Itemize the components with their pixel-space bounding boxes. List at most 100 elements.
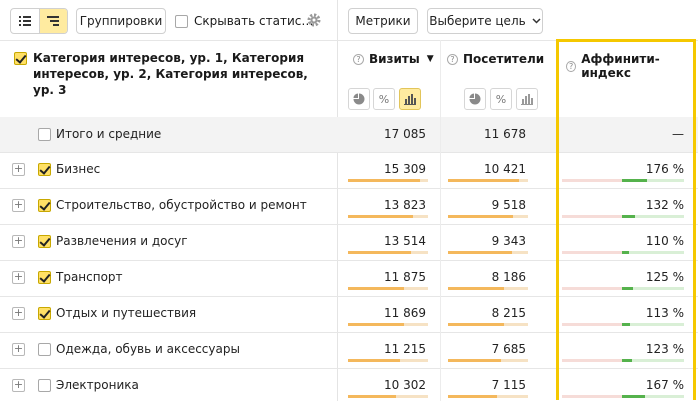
category-header-label: Категория интересов, ур. 1, Категория ин… <box>33 51 308 97</box>
visits-bar-fill <box>348 359 400 362</box>
row-check[interactable] <box>38 235 51 248</box>
row-visitors: 10 421 <box>484 162 526 176</box>
help-icon[interactable]: ? <box>353 53 364 65</box>
visitors-bar-fill <box>448 359 501 362</box>
affinity-bar-positive <box>622 251 684 254</box>
expand-icon[interactable]: + <box>12 343 25 356</box>
row-divider <box>0 296 698 297</box>
visits-bar-fill <box>348 287 404 290</box>
bar-chart-button[interactable] <box>516 88 538 110</box>
expand-icon[interactable]: + <box>12 163 25 176</box>
visits-bar-fill <box>348 179 420 182</box>
row-label: Бизнес <box>56 162 101 176</box>
expand-icon[interactable]: + <box>12 271 25 284</box>
visitors-header-label: Посетители <box>463 52 545 66</box>
bar-chart-icon <box>521 93 533 105</box>
totals-row: Итого и средние 17 085 11 678 — <box>0 117 698 152</box>
groupings-button[interactable]: Группировки <box>76 8 166 34</box>
list-view-button[interactable] <box>11 9 39 33</box>
percent-button[interactable]: % <box>490 88 512 110</box>
affinity-bar-fill <box>622 251 629 254</box>
row-divider <box>0 152 698 153</box>
tree-view-button[interactable] <box>38 9 67 33</box>
table-row[interactable]: + Одежда, обувь и аксессуары 11 215 7 68… <box>0 332 698 368</box>
row-visits: 11 215 <box>384 342 426 356</box>
visitors-bar <box>448 215 528 218</box>
table-row[interactable]: + Электроника 10 302 7 115 167 % <box>0 368 698 401</box>
row-affinity: 132 % <box>645 198 684 212</box>
help-icon[interactable]: ? <box>447 53 458 65</box>
list-view-icon <box>18 16 31 26</box>
affinity-bar-fill <box>622 287 633 290</box>
visitors-bar <box>448 287 528 290</box>
affinity-bar-fill <box>622 215 635 218</box>
affinity-bar-negative <box>562 215 622 218</box>
totals-label: Итого и средние <box>56 127 162 141</box>
category-header[interactable]: Категория интересов, ур. 1, Категория ин… <box>14 50 332 98</box>
table-row[interactable]: + Строительство, обустройство и ремонт 1… <box>0 188 698 224</box>
visitors-bar <box>448 359 528 362</box>
row-check[interactable] <box>38 379 51 392</box>
bar-chart-button[interactable] <box>399 88 421 110</box>
visitors-bar-fill <box>448 287 504 290</box>
table-row[interactable]: + Отдых и путешествия 11 869 8 215 113 % <box>0 296 698 332</box>
metrics-button[interactable]: Метрики <box>348 8 418 34</box>
pie-chart-button[interactable] <box>348 88 370 110</box>
totals-check[interactable] <box>38 128 51 141</box>
row-check[interactable] <box>38 163 51 176</box>
visitors-bar <box>448 179 528 182</box>
gear-icon[interactable] <box>306 12 322 31</box>
expand-icon[interactable]: + <box>12 235 25 248</box>
visitors-bar <box>448 251 528 254</box>
visitors-bar-fill <box>448 323 504 326</box>
affinity-bar-negative <box>562 323 622 326</box>
expand-icon[interactable]: + <box>12 199 25 212</box>
row-visits: 11 869 <box>384 306 426 320</box>
visitors-bar <box>448 395 528 398</box>
help-icon[interactable]: ? <box>566 60 577 72</box>
affinity-bar-negative <box>562 359 622 362</box>
visitors-header[interactable]: ? Посетители <box>447 52 544 66</box>
row-divider <box>0 224 698 225</box>
row-divider <box>0 188 698 189</box>
visits-bar-fill <box>348 323 404 326</box>
table-row[interactable]: + Бизнес 15 309 10 421 176 % <box>0 152 698 188</box>
totals-visits: 17 085 <box>384 127 426 141</box>
pie-chart-icon <box>353 93 365 105</box>
groupings-label: Группировки <box>79 14 163 28</box>
hide-stats-check[interactable] <box>175 14 188 28</box>
category-header-check[interactable] <box>14 52 27 65</box>
row-visits: 13 514 <box>384 234 426 248</box>
row-check[interactable] <box>38 271 51 284</box>
table-row[interactable]: + Транспорт 11 875 8 186 125 % <box>0 260 698 296</box>
row-visits: 15 309 <box>384 162 426 176</box>
hide-stats-label: Скрывать статис… <box>194 14 314 28</box>
chevron-down-icon <box>532 18 541 24</box>
row-visitors: 8 215 <box>491 306 526 320</box>
totals-affinity: — <box>672 127 684 141</box>
row-check[interactable] <box>38 343 51 356</box>
affinity-header-label: Аффинити-индекс <box>581 52 660 80</box>
pie-chart-icon <box>469 93 481 105</box>
row-check[interactable] <box>38 199 51 212</box>
table-row[interactable]: + Развлечения и досуг 13 514 9 343 110 % <box>0 224 698 260</box>
hide-stats-checkbox[interactable]: Скрывать статис… <box>175 14 313 28</box>
metrics-label: Метрики <box>355 14 411 28</box>
row-visits: 13 823 <box>384 198 426 212</box>
affinity-header[interactable]: ? Аффинити-индекс <box>566 52 698 80</box>
row-label: Одежда, обувь и аксессуары <box>56 342 240 356</box>
visits-bar <box>348 251 428 254</box>
goal-select[interactable]: Выберите цель <box>427 8 543 34</box>
visits-header[interactable]: ? Визиты ▼ <box>353 52 434 66</box>
row-visitors: 9 343 <box>491 234 526 248</box>
visitors-bar-fill <box>448 215 513 218</box>
visits-bar <box>348 287 428 290</box>
row-check[interactable] <box>38 307 51 320</box>
percent-button[interactable]: % <box>373 88 395 110</box>
pie-chart-button[interactable] <box>464 88 486 110</box>
goal-label: Выберите цель <box>429 14 526 28</box>
row-label: Развлечения и досуг <box>56 234 188 248</box>
expand-icon[interactable]: + <box>12 307 25 320</box>
expand-icon[interactable]: + <box>12 379 25 392</box>
visits-bar <box>348 323 428 326</box>
